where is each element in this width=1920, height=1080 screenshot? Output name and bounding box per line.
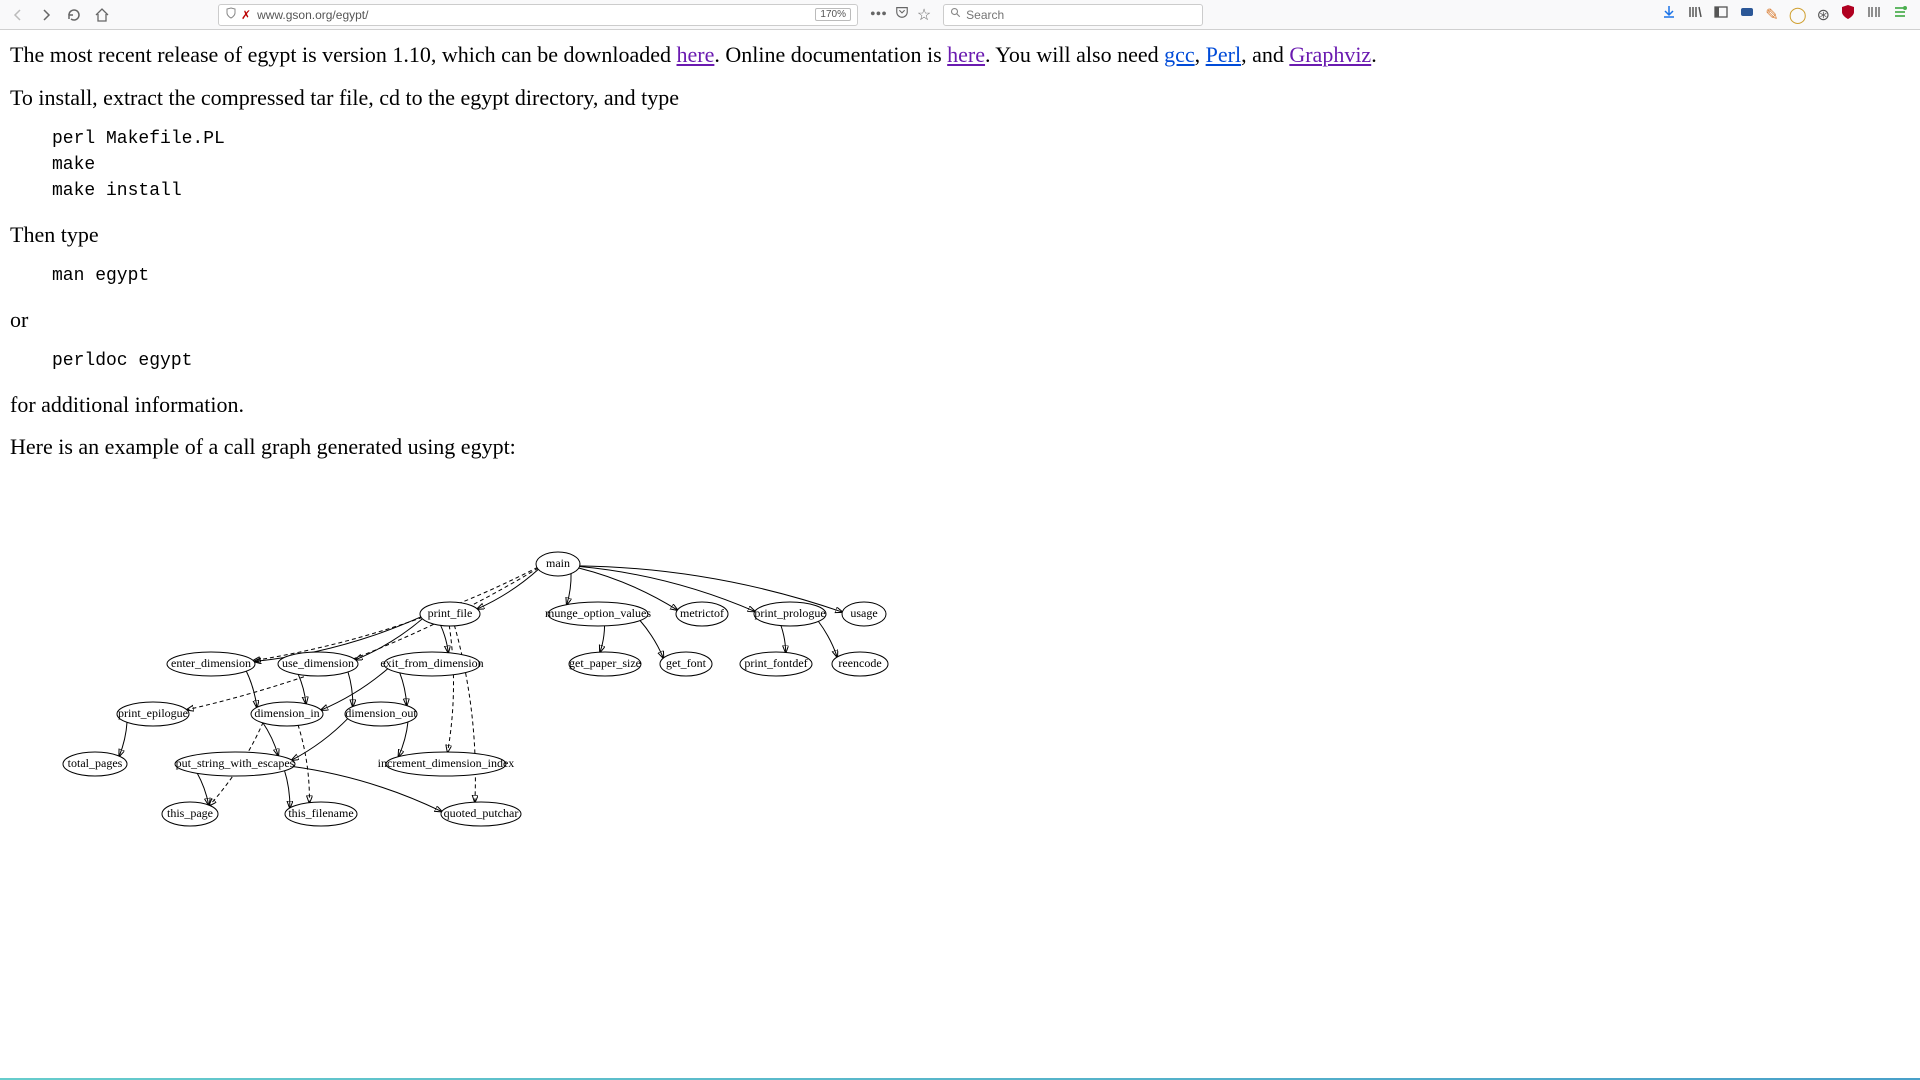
zoom-badge[interactable]: 170% (815, 8, 851, 21)
text: , and (1241, 42, 1289, 67)
svg-text:metrictof: metrictof (680, 606, 724, 620)
man-command: man egypt (52, 263, 1910, 289)
svg-text:get_font: get_font (666, 656, 707, 670)
menu-icon[interactable] (1892, 4, 1908, 25)
svg-text:use_dimension: use_dimension (282, 656, 354, 670)
dots-icon[interactable]: ••• (870, 6, 887, 24)
search-bar[interactable] (943, 4, 1203, 26)
or-paragraph: or (10, 305, 1910, 336)
url-actions: ••• ☆ (862, 5, 939, 25)
perl-link[interactable]: Perl (1206, 42, 1241, 67)
example-paragraph: Here is an example of a call graph gener… (10, 432, 1910, 463)
svg-text:print_epilogue: print_epilogue (118, 706, 188, 720)
toolbar-right: ✎ ◯ ⊛ (1661, 4, 1914, 25)
library-icon[interactable] (1687, 4, 1703, 25)
svg-text:put_string_with_escapes: put_string_with_escapes (176, 756, 295, 770)
container-icon[interactable] (1739, 4, 1755, 25)
back-button[interactable] (6, 3, 30, 27)
svg-text:dimension_in: dimension_in (254, 706, 319, 720)
home-button[interactable] (90, 3, 114, 27)
text: , (1195, 42, 1206, 67)
search-icon (950, 6, 962, 24)
svg-text:munge_option_values: munge_option_values (545, 606, 651, 620)
url-text: www.gson.org/egypt/ (257, 8, 368, 22)
svg-text:usage: usage (850, 606, 877, 620)
page-content: The most recent release of egypt is vers… (0, 30, 1920, 1078)
svg-text:quoted_putchar: quoted_putchar (444, 806, 519, 820)
graph-svg: main print_file munge_option_values metrict… (10, 493, 930, 843)
svg-text:this_filename: this_filename (288, 806, 353, 820)
bookmark-star-icon[interactable]: ☆ (917, 5, 931, 25)
svg-text:increment_dimension_index: increment_dimension_index (378, 756, 515, 770)
extension-icon-2[interactable]: ◯ (1789, 5, 1807, 25)
text: . You will also need (985, 42, 1164, 67)
gcc-link[interactable]: gcc (1164, 42, 1195, 67)
svg-text:enter_dimension: enter_dimension (171, 656, 251, 670)
svg-text:get_paper_size: get_paper_size (569, 656, 641, 670)
forward-button[interactable] (34, 3, 58, 27)
sidebar-icon[interactable] (1713, 4, 1729, 25)
then-type-paragraph: Then type (10, 220, 1910, 251)
intro-paragraph: The most recent release of egypt is vers… (10, 40, 1910, 71)
extension-icon-1[interactable]: ✎ (1765, 5, 1778, 25)
reload-button[interactable] (62, 3, 86, 27)
svg-text:exit_from_dimension: exit_from_dimension (380, 656, 483, 670)
svg-text:main: main (546, 556, 570, 570)
extension-icon-3[interactable]: ⊛ (1817, 5, 1830, 25)
perldoc-command: perldoc egypt (52, 348, 1910, 374)
install-paragraph: To install, extract the compressed tar f… (10, 83, 1910, 114)
svg-text:print_fontdef: print_fontdef (744, 656, 807, 670)
shield-icon (225, 7, 237, 22)
graphviz-link[interactable]: Graphviz (1289, 42, 1371, 67)
additional-info-paragraph: for additional information. (10, 390, 1910, 421)
extension-icon-4[interactable] (1866, 4, 1882, 25)
pocket-icon[interactable] (895, 5, 909, 24)
svg-text:total_pages: total_pages (68, 756, 123, 770)
docs-link[interactable]: here (947, 42, 985, 67)
favicon-icon: ✗ (241, 8, 251, 22)
ublock-icon[interactable] (1840, 4, 1856, 25)
download-link[interactable]: here (677, 42, 715, 67)
text: The most recent release of egypt is vers… (10, 42, 677, 67)
browser-toolbar: ✗ www.gson.org/egypt/ 170% ••• ☆ ✎ ◯ ⊛ (0, 0, 1920, 30)
call-graph: main print_file munge_option_values metrict… (10, 493, 1910, 849)
search-input[interactable] (966, 8, 1196, 22)
downloads-icon[interactable] (1661, 4, 1677, 25)
svg-text:this_page: this_page (167, 806, 213, 820)
svg-text:print_prologue: print_prologue (754, 606, 825, 620)
svg-text:reencode: reencode (838, 656, 881, 670)
svg-text:print_file: print_file (428, 606, 473, 620)
svg-text:dimension_out: dimension_out (345, 706, 417, 720)
text: . (1371, 42, 1377, 67)
address-bar[interactable]: ✗ www.gson.org/egypt/ 170% (218, 4, 858, 26)
text: . Online documentation is (714, 42, 947, 67)
install-commands: perl Makefile.PL make make install (52, 126, 1910, 204)
